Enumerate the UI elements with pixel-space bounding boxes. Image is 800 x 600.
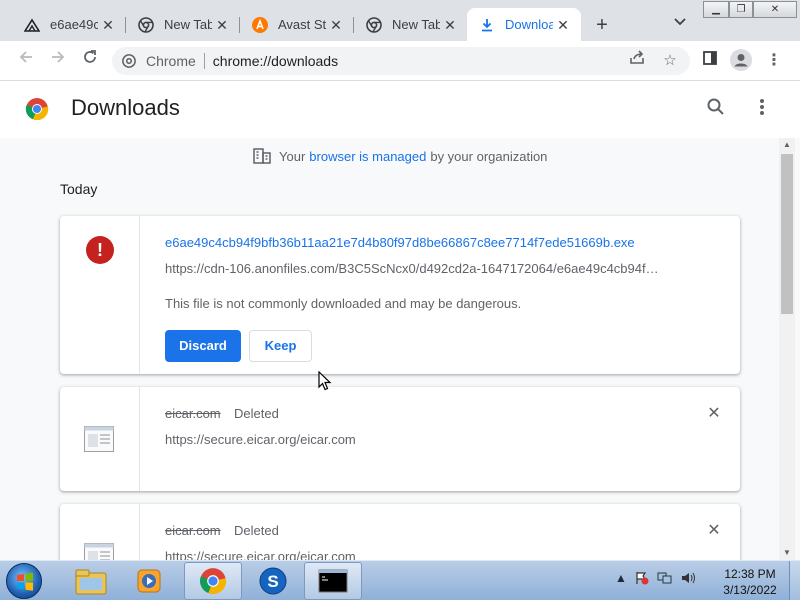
chrome-taskbar-icon[interactable]	[184, 562, 242, 600]
download-item-eicar-1: eicar.com Deleted https://secure.eicar.o…	[60, 387, 740, 491]
scrollbar[interactable]: ▲ ▼	[779, 138, 795, 560]
close-window-button[interactable]: ✕	[753, 1, 797, 18]
close-tab-icon[interactable]: ✕	[98, 15, 118, 35]
download-item-eicar-2: eicar.com Deleted https://secure.eicar.o…	[60, 504, 740, 560]
start-button[interactable]	[6, 563, 42, 599]
managed-notice: Your browser is managed by your organiza…	[253, 148, 547, 164]
tab-title: New Tab	[164, 17, 212, 32]
tab-title: Avast Sto	[278, 17, 326, 32]
tab-avast[interactable]: Avast Sto ✕	[240, 8, 354, 41]
svg-text:S: S	[267, 572, 278, 591]
command-prompt-taskbar-icon[interactable]	[304, 562, 362, 600]
download-filename[interactable]: e6ae49c4cb94f9bfb36b11aa21e7d4b80f97d8be…	[165, 235, 635, 250]
download-source-url[interactable]: https://secure.eicar.org/eicar.com	[165, 549, 356, 560]
tab-strip: e6ae49c4 ✕ New Tab ✕ Avast Sto ✕ New Tab…	[0, 0, 800, 41]
chrome-icon	[122, 54, 136, 68]
more-actions-icon[interactable]	[752, 97, 772, 121]
skype-taskbar-icon[interactable]: S	[244, 562, 302, 600]
managed-prefix: Your	[279, 148, 306, 164]
chrome-logo-icon	[25, 97, 49, 121]
page-title: Downloads	[71, 95, 180, 120]
date-section-heading: Today	[60, 181, 98, 197]
remove-from-list-icon[interactable]: ✕	[704, 404, 724, 424]
mouse-cursor-icon	[318, 370, 332, 391]
tab-search-chevron-icon[interactable]	[670, 15, 690, 35]
reload-button[interactable]	[78, 49, 102, 73]
warning-icon: !	[86, 236, 114, 264]
download-source-url[interactable]: https://secure.eicar.org/eicar.com	[165, 432, 356, 447]
close-tab-icon[interactable]: ✕	[553, 15, 573, 35]
site-chip[interactable]: Chrome	[146, 53, 196, 69]
windows-taskbar: S ▲ 12:38 PM 3/13/2022	[0, 560, 800, 600]
downloads-page: Downloads Your browser is managed by you…	[0, 82, 800, 560]
forward-button[interactable]	[46, 49, 70, 73]
url-text[interactable]: chrome://downloads	[213, 53, 338, 69]
file-icon	[84, 426, 114, 452]
action-center-flag-icon[interactable]	[635, 571, 649, 588]
download-filename: eicar.com	[165, 406, 221, 421]
new-tab-button[interactable]: +	[590, 14, 614, 38]
discard-button[interactable]: Discard	[165, 330, 241, 362]
managed-suffix: by your organization	[430, 148, 548, 164]
close-tab-icon[interactable]: ✕	[212, 15, 232, 35]
tab-new-tab-1[interactable]: New Tab ✕	[126, 8, 240, 41]
taskbar-clock[interactable]: 12:38 PM 3/13/2022	[716, 566, 784, 598]
building-icon	[253, 148, 271, 164]
file-icon	[84, 543, 114, 560]
tab-title: Downloa	[505, 17, 553, 32]
clock-date: 3/13/2022	[723, 583, 777, 597]
download-filename: eicar.com	[165, 523, 221, 538]
keep-button[interactable]: Keep	[249, 330, 312, 362]
remove-from-list-icon[interactable]: ✕	[704, 521, 724, 541]
chrome-icon	[366, 16, 382, 33]
scroll-up-arrow-icon[interactable]: ▲	[779, 138, 795, 152]
clock-time: 12:38 PM	[724, 567, 776, 581]
media-player-taskbar-icon[interactable]	[120, 562, 178, 600]
close-tab-icon[interactable]: ✕	[326, 15, 346, 35]
toolbar: Chrome chrome://downloads ☆ ⋮	[0, 41, 800, 81]
tray-overflow-icon[interactable]: ▲	[615, 571, 627, 588]
download-source-url[interactable]: https://cdn-106.anonfiles.com/B3C5ScNcx0…	[165, 261, 659, 276]
maximize-button[interactable]: ❐	[729, 1, 753, 18]
download-icon	[479, 17, 495, 33]
profile-avatar[interactable]	[729, 49, 753, 73]
tab-downloads[interactable]: Downloa ✕	[467, 8, 581, 41]
show-desktop-button[interactable]	[789, 561, 800, 600]
danger-warning-text: This file is not commonly downloaded and…	[165, 296, 522, 311]
tab-title: New Tab	[392, 17, 440, 32]
managed-link[interactable]: browser is managed	[309, 149, 426, 164]
scroll-down-arrow-icon[interactable]: ▼	[779, 546, 795, 560]
download-item-dangerous: ! e6ae49c4cb94f9bfb36b11aa21e7d4b80f97d8…	[60, 216, 740, 374]
chrome-icon	[138, 16, 154, 33]
minimize-button[interactable]: ▁	[703, 1, 729, 18]
explorer-taskbar-icon[interactable]	[62, 562, 120, 600]
side-panel-icon[interactable]	[698, 49, 722, 73]
tab-e6ae49c4[interactable]: e6ae49c4 ✕	[12, 8, 126, 41]
tab-title: e6ae49c4	[50, 17, 98, 32]
share-icon[interactable]	[625, 49, 649, 73]
network-icon[interactable]	[657, 571, 673, 588]
anonfiles-icon	[24, 17, 40, 33]
scrollbar-thumb[interactable]	[781, 154, 793, 314]
back-button[interactable]	[14, 49, 38, 73]
avast-icon	[252, 16, 268, 33]
close-tab-icon[interactable]: ✕	[440, 15, 460, 35]
system-tray: ▲	[615, 571, 697, 588]
downloads-header: Downloads	[0, 82, 800, 138]
bookmark-star-icon[interactable]: ☆	[658, 49, 682, 73]
chrome-menu-icon[interactable]: ⋮	[762, 49, 786, 73]
volume-icon[interactable]	[681, 571, 697, 588]
tab-new-tab-2[interactable]: New Tab ✕	[354, 8, 468, 41]
download-status: Deleted	[234, 406, 279, 421]
download-status: Deleted	[234, 523, 279, 538]
omnibox[interactable]: Chrome chrome://downloads	[112, 47, 690, 75]
search-icon[interactable]	[706, 97, 730, 121]
